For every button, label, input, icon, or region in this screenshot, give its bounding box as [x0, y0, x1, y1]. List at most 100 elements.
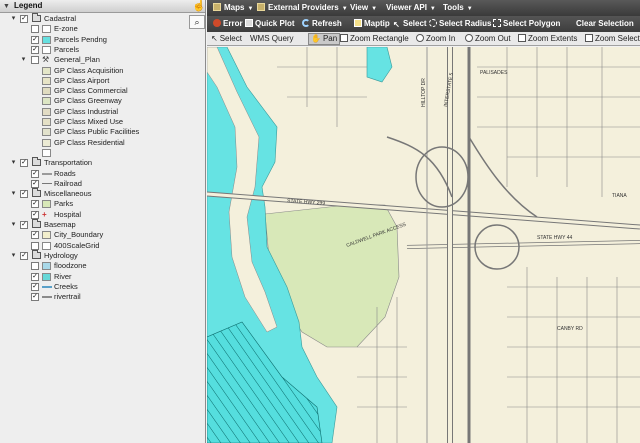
layer-checkbox[interactable]: [31, 56, 39, 65]
legend-group-miscellaneous[interactable]: ▾ ✓ Miscellaneous: [0, 188, 188, 199]
quick-plot-button[interactable]: Quick Plot: [245, 16, 295, 32]
legend-layer-parks[interactable]: ✓ Parks: [0, 199, 188, 209]
legend-layer-parcels[interactable]: ✓ Parcels: [0, 45, 188, 55]
line-symbol-icon: [42, 296, 52, 299]
expand-toggle-icon[interactable]: ▾: [10, 14, 17, 24]
legend-layer-city-boundary[interactable]: ✓ City_Boundary: [0, 230, 188, 240]
class-swatch-icon: [42, 87, 51, 96]
expand-toggle-icon[interactable]: ▾: [10, 189, 17, 199]
tool-wms-query[interactable]: WMS Query: [250, 33, 294, 45]
legend-layer-creeks[interactable]: ✓ Creeks: [0, 282, 188, 292]
layer-checkbox[interactable]: [31, 25, 39, 34]
legend-layer-floodzone[interactable]: floodzone: [0, 261, 188, 271]
refresh-button[interactable]: Refresh: [302, 16, 342, 32]
legend-class-gp-class-public-facilities: GP Class Public Facilities: [0, 127, 188, 137]
layer-checkbox[interactable]: ✓: [31, 231, 39, 240]
map-canvas[interactable]: STATE HWY 299 STATE HWY 44 INTERSTATE 5 …: [207, 47, 640, 443]
hilltop-label: HILLTOP DR: [421, 78, 427, 107]
search-icon[interactable]: ⌕: [189, 15, 205, 29]
legend-class-label: GP Class Acquisition: [54, 65, 124, 75]
menu-tools[interactable]: Tools ▼: [443, 0, 473, 16]
legend-layer-label: Parcels Pendng: [54, 34, 107, 44]
select-button[interactable]: ↖ Select: [393, 16, 427, 32]
folder-icon: [32, 249, 41, 259]
legend-layer-label: Railroad: [54, 178, 82, 188]
zoom-extents-icon: [518, 34, 526, 42]
tool-zoom-in[interactable]: Zoom In: [416, 33, 455, 45]
layer-swatch-icon: [42, 241, 51, 250]
legend-layer-hospital[interactable]: ✓ + Hospital: [0, 210, 188, 220]
legend-layer-railroad[interactable]: ✓ Railroad: [0, 179, 188, 189]
layer-checkbox[interactable]: [31, 241, 39, 250]
menu-external-providers[interactable]: External Providers ▼: [257, 0, 348, 16]
menu-view[interactable]: View ▼: [350, 0, 377, 16]
action-bar: Error Quick Plot Refresh Maptip ↖ Select …: [207, 16, 640, 32]
legend-layer-river[interactable]: ✓ River: [0, 272, 188, 282]
expand-toggle-icon[interactable]: ▾: [20, 55, 27, 65]
print-icon: [245, 19, 253, 27]
select-icon: ↖: [393, 20, 400, 29]
pan-hand-icon: ✋: [311, 34, 321, 43]
legend-layer-parcels-pendng[interactable]: ✓⚒Parcels Pendng: [0, 35, 188, 45]
menu-maps[interactable]: Maps ▼: [213, 0, 253, 16]
tiana-label: TIANA: [612, 193, 627, 199]
clear-selection-button[interactable]: Clear Selection: [576, 16, 634, 32]
legend-group-label: Hydrology: [44, 250, 78, 260]
tool-zoom-out[interactable]: Zoom Out: [465, 33, 511, 45]
legend-layer-label: floodzone: [54, 261, 87, 271]
layer-checkbox[interactable]: ✓: [31, 35, 39, 44]
legend-layer-roads[interactable]: ✓ Roads: [0, 169, 188, 179]
legend-layer-label: Creeks: [54, 281, 78, 291]
hospital-cross-icon: +: [42, 209, 47, 219]
maptip-button[interactable]: Maptip: [354, 16, 390, 32]
map-svg[interactable]: STATE HWY 299 STATE HWY 44 INTERSTATE 5 …: [207, 47, 640, 443]
group-checkbox[interactable]: ✓: [20, 221, 28, 229]
legend-layer-label: General_Plan: [54, 55, 100, 65]
legend-layer-400scalegrid[interactable]: 400ScaleGrid: [0, 241, 188, 251]
legend-layer-rivertrail[interactable]: ✓ rivertrail: [0, 292, 188, 302]
legend-group-cadastral[interactable]: ▾ ✓ Cadastral: [0, 13, 188, 24]
legend-layer-e-zone[interactable]: E-zone: [0, 24, 188, 34]
collapse-arrow-icon[interactable]: ▼: [3, 2, 12, 11]
class-swatch-icon: [42, 128, 51, 137]
legend-layer-general-plan[interactable]: ▾ ⚒ General_Plan: [0, 55, 188, 65]
tool-zoom-extents[interactable]: Zoom Extents: [518, 33, 577, 45]
menu-viewer-api[interactable]: Viewer API ▼: [386, 0, 436, 16]
group-checkbox[interactable]: ✓: [20, 159, 28, 168]
tool-zoom-rectangle[interactable]: Zoom Rectangle: [340, 33, 409, 45]
legend-group-basemap[interactable]: ▾ ✓ Basemap: [0, 219, 188, 230]
expand-toggle-icon[interactable]: ▾: [10, 158, 17, 168]
layer-checkbox[interactable]: ✓: [31, 210, 39, 219]
layer-checkbox[interactable]: [31, 262, 39, 271]
tool-select[interactable]: ↖ Select: [211, 33, 242, 45]
error-button[interactable]: Error: [213, 16, 243, 32]
legend-header: ▼ Legend ☝: [0, 0, 205, 13]
layer-checkbox[interactable]: ✓: [31, 200, 39, 209]
expand-toggle-icon[interactable]: ▾: [10, 251, 17, 261]
legend-group-transportation[interactable]: ▾ ✓ Transportation: [0, 157, 188, 168]
layer-checkbox[interactable]: ✓: [31, 272, 39, 281]
layer-checkbox[interactable]: ✓: [31, 282, 39, 291]
expand-toggle-icon[interactable]: ▾: [10, 220, 17, 230]
class-swatch-icon: [42, 97, 51, 106]
tool-zoom-select[interactable]: Zoom Select: [585, 33, 640, 45]
layer-checkbox[interactable]: ✓: [31, 179, 39, 188]
group-checkbox[interactable]: ✓: [20, 15, 28, 23]
line-symbol-icon: [42, 285, 52, 288]
layer-settings-icon[interactable]: ⚒: [42, 55, 50, 65]
group-checkbox[interactable]: ✓: [20, 190, 28, 199]
group-checkbox[interactable]: ✓: [20, 251, 28, 260]
select-polygon-button[interactable]: Select Polygon: [493, 16, 560, 32]
tool-pan[interactable]: ✋ Pan: [308, 33, 341, 45]
layer-checkbox[interactable]: ✓: [31, 293, 39, 302]
select-radius-button[interactable]: Select Radius: [429, 16, 491, 32]
layer-checkbox[interactable]: ✓: [31, 169, 39, 178]
chevron-down-icon: ▼: [429, 6, 436, 12]
layer-swatch-icon: [42, 200, 51, 209]
state-hwy-44-label: STATE HWY 44: [537, 235, 573, 241]
arrow-cursor-icon: ↖: [211, 34, 218, 43]
folder-icon: [32, 219, 41, 228]
legend-group-hydrology[interactable]: ▾ ✓ Hydrology: [0, 249, 188, 261]
layer-checkbox[interactable]: ✓: [31, 45, 39, 54]
class-swatch-icon: [42, 138, 51, 147]
